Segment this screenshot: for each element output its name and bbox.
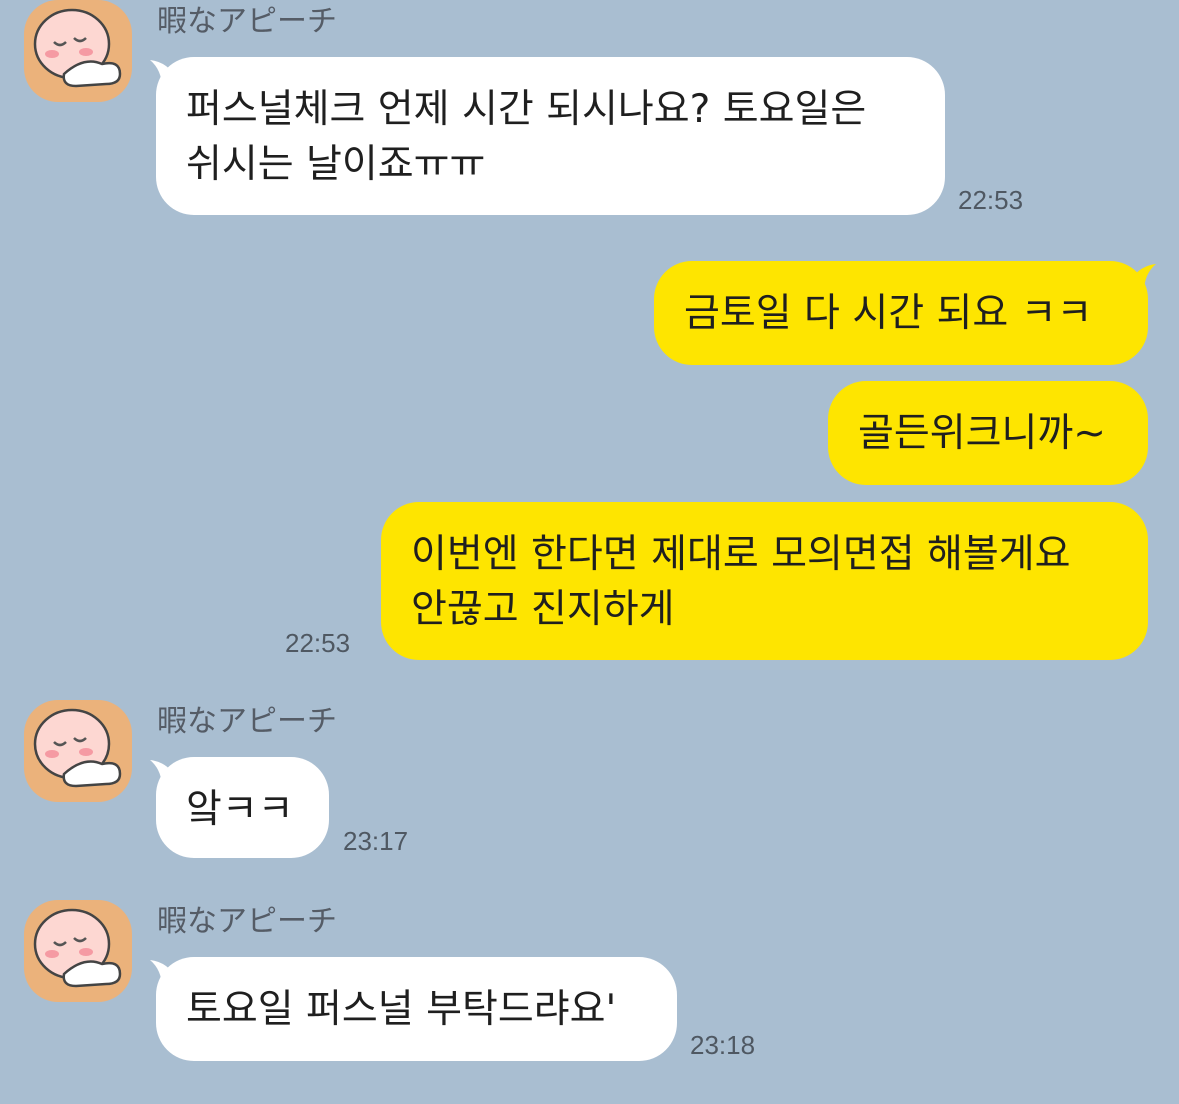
message-bubble-outgoing[interactable]: 골든위크니까~ <box>828 381 1148 485</box>
sender-name: 暇なアピーチ <box>157 904 337 939</box>
apeach-sleeping-icon <box>33 708 122 788</box>
message-timestamp: 22:53 <box>958 185 1024 215</box>
message-bubble-outgoing[interactable]: 이번엔 한다면 제대로 모의면접 해볼게요 안끊고 진지하게 <box>381 502 1148 660</box>
message-timestamp: 23:18 <box>690 1030 756 1060</box>
avatar[interactable] <box>24 0 132 102</box>
message-bubble-outgoing[interactable]: 금토일 다 시간 되요 ㅋㅋ <box>654 261 1148 365</box>
avatar[interactable] <box>24 900 132 1002</box>
message-bubble-incoming[interactable]: 토요일 퍼스널 부탁드랴요' <box>156 957 677 1061</box>
message-bubble-incoming[interactable]: 퍼스널체크 언제 시간 되시나요? 토요일은 쉬시는 날이죠ㅠㅠ <box>156 57 945 215</box>
sender-name: 暇なアピーチ <box>157 4 337 39</box>
apeach-sleeping-icon <box>33 908 122 988</box>
message-timestamp: 22:53 <box>285 628 351 658</box>
avatar[interactable] <box>24 700 132 802</box>
sender-name: 暇なアピーチ <box>157 704 337 739</box>
message-timestamp: 23:17 <box>343 826 409 856</box>
message-bubble-incoming[interactable]: 앜ㅋㅋ <box>156 757 329 858</box>
apeach-sleeping-icon <box>33 8 122 88</box>
